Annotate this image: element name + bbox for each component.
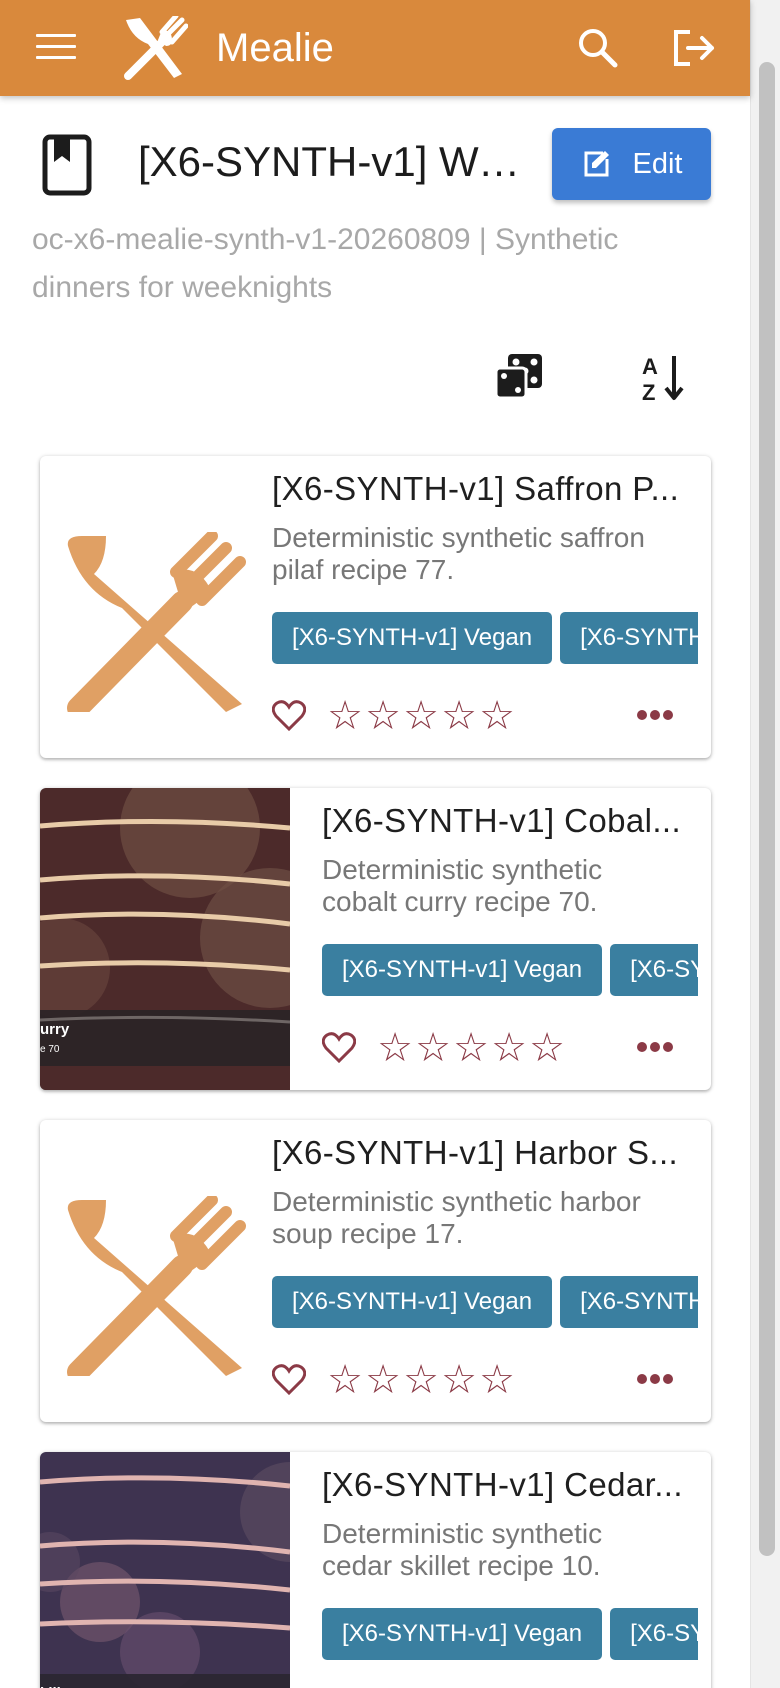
recipe-image: kill	[40, 1452, 290, 1688]
recipe-title[interactable]: [X6-SYNTH-v1] Harbor S...	[272, 1132, 692, 1174]
recipe-image: urry e 70	[40, 788, 290, 1090]
star-icon[interactable]: ☆	[478, 696, 516, 736]
more-options-icon[interactable]	[636, 1372, 674, 1386]
favorite-heart-icon[interactable]	[272, 1364, 306, 1396]
favorite-heart-icon[interactable]	[322, 1032, 356, 1064]
recipe-card[interactable]: [X6-SYNTH-v1] Harbor S... Deterministic …	[40, 1120, 711, 1422]
recipe-title[interactable]: [X6-SYNTH-v1] Saffron P...	[272, 468, 692, 510]
star-icon[interactable]: ☆	[490, 1028, 528, 1068]
dice-shuffle-icon[interactable]	[494, 352, 544, 402]
star-icon[interactable]: ☆	[364, 1360, 402, 1400]
edit-button[interactable]: Edit	[552, 128, 711, 200]
recipe-tag[interactable]: [X6-SYNTH-v1]	[560, 612, 698, 664]
book-bookmark-icon	[42, 134, 92, 196]
fork-knife-placeholder-icon	[67, 1196, 246, 1376]
recipe-tag[interactable]: [X6-SYNTH-v1] Vegan	[322, 944, 603, 996]
app-bar: Mealie	[0, 0, 750, 96]
recipe-title[interactable]: [X6-SYNTH-v1] Cobal...	[322, 800, 692, 842]
rating-stars[interactable]: ☆☆☆☆☆	[326, 1360, 516, 1400]
star-icon[interactable]: ☆	[440, 1360, 478, 1400]
star-icon[interactable]: ☆	[478, 1360, 516, 1400]
more-options-icon[interactable]	[636, 1040, 674, 1054]
recipe-tag[interactable]: [X6-SYNTH-v1]	[610, 1608, 698, 1660]
star-icon[interactable]: ☆	[402, 1360, 440, 1400]
recipe-description: Deterministic synthetic saffron pilaf re…	[272, 522, 645, 585]
edit-icon	[584, 151, 609, 177]
recipe-tag[interactable]: [X6-SYNTH-v1] Vegan	[322, 1608, 603, 1660]
sort-alphabetical-icon[interactable]: A Z	[640, 352, 690, 404]
recipe-tags: [X6-SYNTH-v1] Vegan[X6-SYNTH-v1]	[272, 612, 698, 666]
star-icon[interactable]: ☆	[326, 1360, 364, 1400]
recipe-tag[interactable]: [X6-SYNTH-v1]	[560, 1276, 698, 1328]
fork-knife-logo-icon[interactable]	[118, 16, 188, 80]
star-icon[interactable]: ☆	[414, 1028, 452, 1068]
recipe-tags: [X6-SYNTH-v1] Vegan[X6-SYNTH-v1]	[272, 1276, 698, 1330]
recipe-image-caption-small: e 70	[40, 1044, 60, 1055]
star-icon[interactable]: ☆	[528, 1028, 566, 1068]
star-icon[interactable]: ☆	[326, 696, 364, 736]
recipe-card[interactable]: urry e 70 [X6-SYNTH-v1] Cobal... Determi…	[40, 788, 711, 1090]
page-title: [X6-SYNTH-v1] We...	[138, 138, 528, 185]
star-icon[interactable]: ☆	[402, 696, 440, 736]
favorite-heart-icon[interactable]	[272, 700, 306, 732]
star-icon[interactable]: ☆	[440, 696, 478, 736]
recipe-tags: [X6-SYNTH-v1] Vegan[X6-SYNTH-v1]	[322, 944, 698, 998]
recipe-tag[interactable]: [X6-SYNTH-v1] Vegan	[272, 1276, 553, 1328]
svg-text:A: A	[642, 354, 658, 379]
recipe-tag[interactable]: [X6-SYNTH-v1]	[610, 944, 698, 996]
star-icon[interactable]: ☆	[376, 1028, 414, 1068]
page-scrollbar[interactable]	[750, 0, 780, 1688]
app-root: Mealie [X6-SYNTH-v1] We... Edit oc-x6-me…	[0, 0, 780, 1688]
recipe-description: Deterministic synthetic cobalt curry rec…	[322, 854, 603, 917]
svg-text:Z: Z	[642, 380, 655, 404]
recipe-tag[interactable]: [X6-SYNTH-v1] Vegan	[272, 612, 553, 664]
recipe-title[interactable]: [X6-SYNTH-v1] Cedar...	[322, 1464, 692, 1506]
edit-button-label: Edit	[632, 147, 683, 180]
recipe-description: Deterministic synthetic harbor soup reci…	[272, 1186, 641, 1249]
search-icon[interactable]	[576, 26, 620, 70]
more-options-icon[interactable]	[636, 708, 674, 722]
menu-icon[interactable]	[36, 34, 76, 62]
star-icon[interactable]: ☆	[452, 1028, 490, 1068]
rating-stars[interactable]: ☆☆☆☆☆	[326, 696, 516, 736]
recipe-card[interactable]: [X6-SYNTH-v1] Saffron P... Deterministic…	[40, 456, 711, 758]
recipe-image-caption: urry	[40, 1021, 70, 1038]
recipe-description: Deterministic synthetic cedar skillet re…	[322, 1518, 603, 1581]
app-brand-title[interactable]: Mealie	[216, 22, 334, 74]
logout-icon[interactable]	[670, 26, 716, 70]
cookbook-description: oc-x6-mealie-synth-v1-20260809 | Synthet…	[32, 223, 619, 304]
star-icon[interactable]: ☆	[364, 696, 402, 736]
recipe-card[interactable]: kill [X6-SYNTH-v1] Cedar... Deterministi…	[40, 1452, 711, 1688]
rating-stars[interactable]: ☆☆☆☆☆	[376, 1028, 566, 1068]
fork-knife-placeholder-icon	[67, 532, 246, 712]
scrollbar-thumb[interactable]	[759, 62, 775, 1556]
recipe-tags: [X6-SYNTH-v1] Vegan[X6-SYNTH-v1]	[322, 1608, 698, 1662]
